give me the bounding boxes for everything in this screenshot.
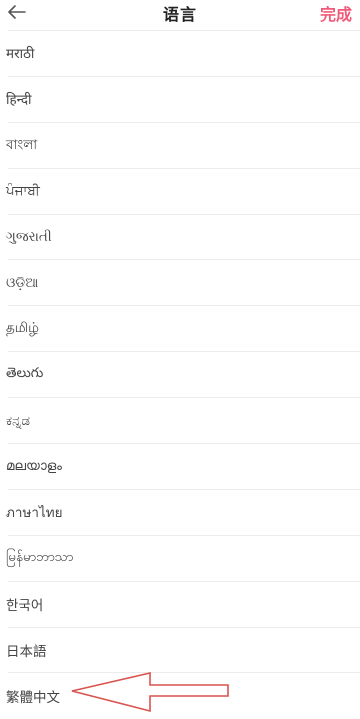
language-item-kannada[interactable]: ಕನ್ನಡ [6,397,360,443]
language-label: 日本語 [6,644,47,661]
language-label: ภาษาไทย [6,505,63,522]
language-label: မြန်မာဘာသာ [6,549,74,566]
language-label: ଓଡ଼ିଆ [6,274,39,291]
language-label: ಕನ್ನಡ [6,412,31,429]
language-item-traditional-chinese[interactable]: 繁體中文 [6,672,360,718]
language-label: ਪੰਜਾਬੀ [6,183,40,200]
language-item-bengali[interactable]: বাংলা [6,121,360,168]
language-item-hindi[interactable]: हिन्दी [6,75,360,122]
language-item-burmese[interactable]: မြန်မာဘာသာ [6,534,360,581]
language-item-japanese[interactable]: 日本語 [6,626,360,673]
language-label: മലയാളം [6,458,62,475]
language-item-punjabi[interactable]: ਪੰਜਾਬੀ [6,167,360,214]
language-label: ગુજરાતી [6,229,52,245]
language-label: 한국어 [6,598,44,615]
top-bar: 语言 完成 [0,0,360,30]
language-item-malayalam[interactable]: മലയാളം [6,443,360,489]
language-item-telugu[interactable]: తెలుగు [6,351,360,397]
language-list: मराठी हिन्दी বাংলা ਪੰਜਾਬੀ ગુજરાતી ଓଡ଼ିଆ … [0,30,360,718]
language-item-thai[interactable]: ภาษาไทย [6,488,360,535]
language-item-odia[interactable]: ଓଡ଼ିଆ [6,259,360,305]
language-label: 繁體中文 [6,689,60,706]
language-label: हिन्दी [6,92,32,109]
language-item-korean[interactable]: 한국어 [6,580,360,627]
language-item-marathi[interactable]: मराठी [6,30,360,76]
page-title: 语言 [162,5,197,24]
language-label: தமிழ் [6,319,39,336]
done-button[interactable]: 完成 [320,1,352,25]
language-item-gujarati[interactable]: ગુજરાતી [6,213,360,260]
language-item-tamil[interactable]: தமிழ் [6,305,360,351]
language-label: తెలుగు [6,365,44,382]
language-label: বাংলা [6,136,38,153]
language-label: मराठी [6,46,35,63]
